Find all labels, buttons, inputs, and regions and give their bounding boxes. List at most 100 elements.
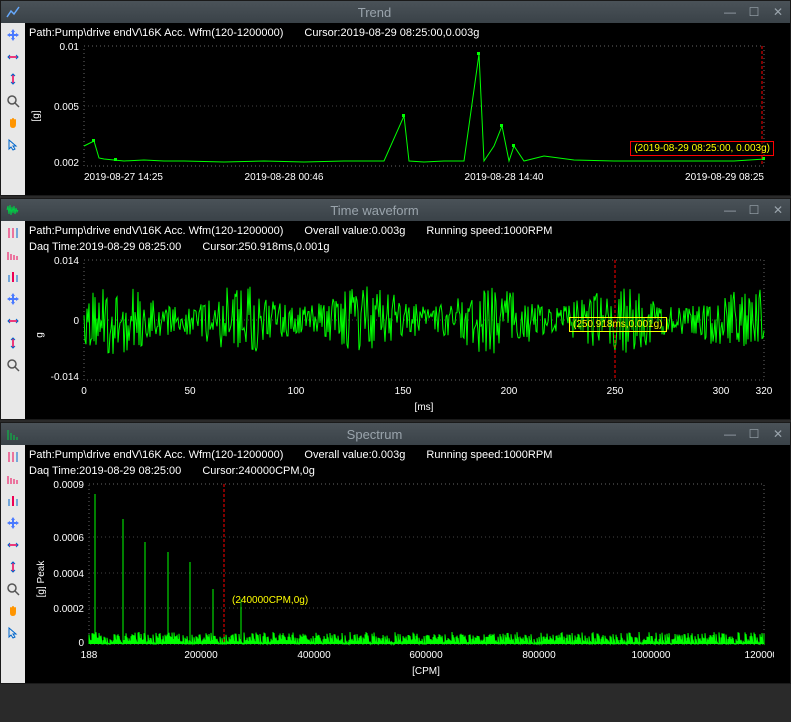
close-button[interactable]: ✕ <box>770 4 786 20</box>
zoom-y-tool-icon[interactable] <box>3 69 23 89</box>
pointer-tool-icon[interactable] <box>3 135 23 155</box>
harmonic-tool-icon[interactable] <box>3 245 23 265</box>
cursor-tool-icon[interactable] <box>3 447 23 467</box>
svg-text:0.014: 0.014 <box>54 256 79 267</box>
daq-text: Daq Time:2019-08-29 08:25:00 <box>29 241 181 253</box>
trend-plot-area[interactable]: Path:Pump\drive endV\16K Acc. Wfm(120-12… <box>25 23 790 195</box>
trend-info-line: Path:Pump\drive endV\16K Acc. Wfm(120-12… <box>29 25 786 41</box>
waveform-svg: 0.014 0 -0.014 0 50 100 150 200 250 300 … <box>29 255 774 415</box>
zoom-tool-icon[interactable] <box>3 579 23 599</box>
maximize-button[interactable]: ☐ <box>746 4 762 20</box>
minimize-button[interactable]: — <box>722 426 738 442</box>
speed-text: Running speed:1000RPM <box>426 449 552 461</box>
cursor-annotation: (240000CPM,0g) <box>229 594 311 607</box>
svg-text:100: 100 <box>288 386 305 397</box>
hand-tool-icon[interactable] <box>3 601 23 621</box>
cursor-annotation: (250.918ms,0.001g) <box>569 317 667 332</box>
svg-text:2019-08-29 08:25: 2019-08-29 08:25 <box>685 172 764 183</box>
svg-text:320: 320 <box>756 386 773 397</box>
waveform-icon <box>5 202 21 218</box>
harmonic-tool-icon[interactable] <box>3 469 23 489</box>
svg-text:250: 250 <box>607 386 624 397</box>
cursor-text: Cursor:240000CPM,0g <box>202 465 315 477</box>
svg-text:2019-08-28 14:40: 2019-08-28 14:40 <box>465 172 544 183</box>
cursor-annotation: (2019-08-29 08:25:00, 0.003g) <box>630 141 774 156</box>
zoom-x-tool-icon[interactable] <box>3 535 23 555</box>
window-controls: — ☐ ✕ <box>722 202 786 218</box>
svg-text:1000000: 1000000 <box>632 650 671 661</box>
spectrum-info-line2: Daq Time:2019-08-29 08:25:00 Cursor:2400… <box>29 463 786 479</box>
svg-text:0: 0 <box>73 316 79 327</box>
spectrum-plot-area[interactable]: Path:Pump\drive endV\16K Acc. Wfm(120-12… <box>25 445 790 683</box>
trend-svg: 0.01 0.005 0.002 2019-08-27 14:25 2019-0… <box>29 41 774 191</box>
close-button[interactable]: ✕ <box>770 202 786 218</box>
minimize-button[interactable]: — <box>722 4 738 20</box>
spectrum-toolbar <box>1 445 25 683</box>
trend-title: Trend <box>27 5 722 20</box>
svg-text:0.005: 0.005 <box>54 102 79 113</box>
maximize-button[interactable]: ☐ <box>746 426 762 442</box>
spectrum-title: Spectrum <box>27 427 722 442</box>
sideband-tool-icon[interactable] <box>3 491 23 511</box>
pan-tool-icon[interactable] <box>3 289 23 309</box>
y-axis-label: [g] <box>31 110 42 121</box>
maximize-button[interactable]: ☐ <box>746 202 762 218</box>
zoom-x-tool-icon[interactable] <box>3 311 23 331</box>
spectrum-svg: 0.0009 0.0006 0.0004 0.0002 0 <box>29 479 774 679</box>
waveform-title: Time waveform <box>27 203 722 218</box>
speed-text: Running speed:1000RPM <box>426 225 552 237</box>
trend-content: Path:Pump\drive endV\16K Acc. Wfm(120-12… <box>1 23 790 195</box>
y-axis-label: g <box>34 332 45 338</box>
svg-text:400000: 400000 <box>297 650 331 661</box>
pan-tool-icon[interactable] <box>3 25 23 45</box>
waveform-toolbar <box>1 221 25 419</box>
spectrum-content: Path:Pump\drive endV\16K Acc. Wfm(120-12… <box>1 445 790 683</box>
waveform-info-line1: Path:Pump\drive endV\16K Acc. Wfm(120-12… <box>29 223 786 239</box>
spectrum-icon <box>5 426 21 442</box>
spectrum-chart[interactable]: [g] Peak 0.0009 0.0006 0.0004 0.0002 0 <box>29 479 786 679</box>
spectrum-panel: Spectrum — ☐ ✕ Path:Pump\drive endV\16K … <box>0 422 791 684</box>
sideband-tool-icon[interactable] <box>3 267 23 287</box>
y-axis-label: [g] Peak <box>36 561 47 598</box>
zoom-y-tool-icon[interactable] <box>3 333 23 353</box>
waveform-titlebar[interactable]: Time waveform — ☐ ✕ <box>1 199 790 221</box>
spectrum-info-line1: Path:Pump\drive endV\16K Acc. Wfm(120-12… <box>29 447 786 463</box>
svg-text:2019-08-28 00:46: 2019-08-28 00:46 <box>245 172 324 183</box>
cursor-text: Cursor:2019-08-29 08:25:00,0.003g <box>304 27 479 39</box>
pan-tool-icon[interactable] <box>3 513 23 533</box>
zoom-y-tool-icon[interactable] <box>3 557 23 577</box>
zoom-tool-icon[interactable] <box>3 355 23 375</box>
trend-titlebar[interactable]: Trend — ☐ ✕ <box>1 1 790 23</box>
svg-text:0: 0 <box>78 638 84 649</box>
svg-text:0: 0 <box>81 386 87 397</box>
trend-chart[interactable]: [g] 0.01 0.005 0.002 <box>29 41 786 191</box>
svg-text:0.002: 0.002 <box>54 158 79 169</box>
hand-tool-icon[interactable] <box>3 113 23 133</box>
svg-text:0.0004: 0.0004 <box>53 569 84 580</box>
spectrum-titlebar[interactable]: Spectrum — ☐ ✕ <box>1 423 790 445</box>
trend-icon <box>5 4 21 20</box>
svg-text:300: 300 <box>713 386 730 397</box>
waveform-plot-area[interactable]: Path:Pump\drive endV\16K Acc. Wfm(120-12… <box>25 221 790 419</box>
svg-text:0.01: 0.01 <box>60 42 80 53</box>
minimize-button[interactable]: — <box>722 202 738 218</box>
waveform-panel: Time waveform — ☐ ✕ Path:Pump\drive endV… <box>0 198 791 420</box>
zoom-x-tool-icon[interactable] <box>3 47 23 67</box>
overall-text: Overall value:0.003g <box>304 225 405 237</box>
path-text: Path:Pump\drive endV\16K Acc. Wfm(120-12… <box>29 449 283 461</box>
window-controls: — ☐ ✕ <box>722 426 786 442</box>
svg-text:188: 188 <box>81 650 98 661</box>
trend-panel: Trend — ☐ ✕ Path:Pump\drive endV\16K Acc… <box>0 0 791 196</box>
trend-toolbar <box>1 23 25 195</box>
zoom-tool-icon[interactable] <box>3 91 23 111</box>
svg-text:0.0002: 0.0002 <box>53 604 84 615</box>
path-text: Path:Pump\drive endV\16K Acc. Wfm(120-12… <box>29 225 283 237</box>
daq-text: Daq Time:2019-08-29 08:25:00 <box>29 465 181 477</box>
close-button[interactable]: ✕ <box>770 426 786 442</box>
cursor-tool-icon[interactable] <box>3 223 23 243</box>
pointer-tool-icon[interactable] <box>3 623 23 643</box>
waveform-chart[interactable]: g 0.014 0 -0.014 0 50 100 150 20 <box>29 255 786 415</box>
path-text: Path:Pump\drive endV\16K Acc. Wfm(120-12… <box>29 27 283 39</box>
svg-text:200: 200 <box>501 386 518 397</box>
svg-text:600000: 600000 <box>409 650 443 661</box>
